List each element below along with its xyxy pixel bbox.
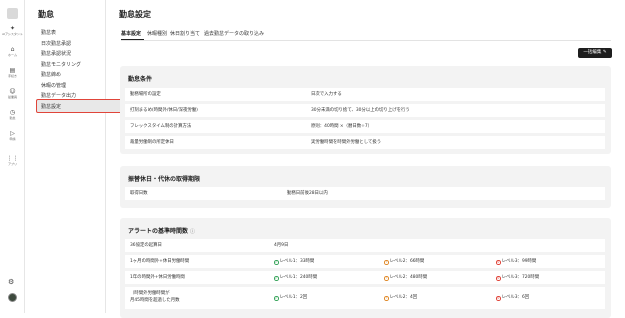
page-title: 勤怠設定 bbox=[119, 10, 151, 19]
card-alert-thresholds: アラートの基準時間数 ⓘ 36協定の起算日 4月9日 1ヶ月の時間外+休日労働時間… bbox=[120, 218, 611, 318]
row-label: フレックスタイム制の計算方法 bbox=[130, 124, 192, 129]
row-value: 実労働時間を時間外労働として扱う bbox=[311, 140, 382, 145]
rail-item-procedures[interactable]: ▤ 手続き bbox=[0, 67, 25, 78]
level3-value: × レベル3：720時間 bbox=[496, 275, 540, 281]
level3-value: × レベル3：6回 bbox=[496, 295, 530, 301]
subnav-item-closing[interactable]: 勤怠締め bbox=[41, 72, 61, 78]
clock-icon: ◷ bbox=[9, 109, 16, 116]
row-label: 裁量労働制の所定休日 bbox=[130, 140, 174, 145]
clipboard-icon: ▤ bbox=[9, 67, 16, 74]
row-label: 1年の時間外+休日労働時間 bbox=[130, 275, 185, 280]
tab-basic-settings[interactable]: 基本設定 bbox=[121, 31, 141, 37]
table-row: 1年の時間外+休日労働時間 ✓ レベル1：240時間 ! レベル2：480時間 × レ… bbox=[125, 271, 605, 284]
row-label-line2: 月45時間を超過した月数 bbox=[130, 298, 180, 303]
subnav-item-monitoring[interactable]: 勤怠モニタリング bbox=[41, 62, 81, 68]
level2-value: ! レベル2：480時間 bbox=[384, 275, 428, 281]
gear-icon[interactable]: ⚙ bbox=[8, 278, 14, 286]
table-row: （時間外労働時間が 月45時間を超過した月数 ✓ レベル1：2回 ! レベル2：4回… bbox=[125, 287, 605, 309]
help-icon[interactable]: ⓘ bbox=[190, 229, 195, 235]
tab-holiday-assignment[interactable]: 休日割り当て bbox=[170, 31, 200, 37]
tab-leave-types[interactable]: 休暇種別 bbox=[147, 31, 167, 37]
subnav-item-data-export[interactable]: 勤怠データ出力 bbox=[41, 93, 76, 99]
card-title: アラートの基準時間数 ⓘ bbox=[128, 226, 195, 235]
level2-value: ! レベル2：66時間 bbox=[384, 259, 425, 265]
main-content: 勤怠設定 基本設定 休暇種別 休日割り当て 過去勤怠データの取り込み 一括編集 … bbox=[107, 0, 625, 318]
rail-item-label: 申請 bbox=[9, 137, 16, 141]
row-value: 勤務日前後28日以内 bbox=[287, 191, 328, 196]
tab-divider bbox=[121, 40, 611, 41]
tab-import-past-data[interactable]: 過去勤怠データの取り込み bbox=[204, 31, 264, 37]
subnav-title: 勤怠 bbox=[38, 10, 54, 19]
subnav-item-daily-approval[interactable]: 日次勤怠承認 bbox=[41, 41, 71, 47]
check-circle-icon: ✓ bbox=[274, 260, 279, 265]
bulk-edit-button[interactable]: 一括編集 ✎ bbox=[578, 48, 612, 58]
subnav-item-approval-status[interactable]: 勤怠承認状況 bbox=[41, 51, 71, 57]
apps-icon: ⋮⋮ bbox=[6, 155, 19, 162]
avatar[interactable] bbox=[8, 293, 17, 302]
table-row: 36協定の起算日 4月9日 bbox=[125, 239, 605, 252]
table-row: 1ヶ月の時間外+休日労働時間 ✓ レベル1：33時間 ! レベル2：66時間 × レベ… bbox=[125, 255, 605, 268]
rail-item-label: AIアシスタント bbox=[2, 32, 23, 36]
bulk-edit-label: 一括編集 bbox=[583, 50, 602, 55]
warning-circle-icon: ! bbox=[384, 276, 389, 281]
row-label: 36協定の起算日 bbox=[130, 243, 162, 248]
row-value: 日次で入力する bbox=[311, 92, 342, 97]
app-logo-icon[interactable] bbox=[7, 8, 18, 19]
error-circle-icon: × bbox=[496, 296, 501, 301]
row-value: 原則：40時間 ×（暦日数÷7） bbox=[311, 124, 373, 129]
sparkle-icon: ✦ bbox=[9, 25, 16, 32]
rail-item-requests[interactable]: ▷ 申請 bbox=[0, 130, 25, 141]
level1-value: ✓ レベル1：240時間 bbox=[274, 275, 318, 281]
row-label: 1ヶ月の時間外+休日労働時間 bbox=[130, 259, 190, 264]
check-circle-icon: ✓ bbox=[274, 296, 279, 301]
rail-item-ai-assistant[interactable]: ✦ AIアシスタント bbox=[0, 25, 25, 36]
level1-value: ✓ レベル1：2回 bbox=[274, 295, 308, 301]
warning-circle-icon: ! bbox=[384, 296, 389, 301]
row-value: 30分未満の切り捨て、30分以上の切り上げを行う bbox=[311, 108, 410, 113]
table-row: 裁量労働制の所定休日 実労働時間を時間外労働として扱う bbox=[125, 136, 605, 149]
level1-value: ✓ レベル1：33時間 bbox=[274, 259, 315, 265]
people-icon: ☺ bbox=[9, 88, 16, 95]
error-circle-icon: × bbox=[496, 276, 501, 281]
row-value: 4月9日 bbox=[274, 243, 289, 248]
rail-item-attendance[interactable]: ◷ 勤怠 bbox=[0, 109, 25, 120]
card-attendance-conditions: 勤怠条件 勤務場所の設定 日次で入力する 打刻まるめ(時間外/休日/深夜労働) … bbox=[120, 66, 611, 154]
rail-item-employees[interactable]: ☺ 従業員 bbox=[0, 88, 25, 99]
row-label: 勤務場所の設定 bbox=[130, 92, 161, 97]
warning-circle-icon: ! bbox=[384, 260, 389, 265]
row-label: 取得日数 bbox=[130, 191, 148, 196]
rail-item-label: 従業員 bbox=[7, 95, 17, 99]
subnav-item-settings[interactable]: 勤怠設定 bbox=[41, 104, 61, 110]
level2-value: ! レベル2：4回 bbox=[384, 295, 418, 301]
card-title: 振替休日・代休の取得期限 bbox=[128, 176, 201, 183]
rail-item-label: ホーム bbox=[8, 53, 17, 57]
home-icon: ⌂ bbox=[10, 46, 15, 53]
card-title-text: アラートの基準時間数 bbox=[128, 228, 189, 235]
row-label: 打刻まるめ(時間外/休日/深夜労働) bbox=[130, 108, 198, 113]
card-title: 勤怠条件 bbox=[128, 76, 153, 83]
check-circle-icon: ✓ bbox=[274, 276, 279, 281]
rail-item-apps[interactable]: ⋮⋮ アプリ bbox=[0, 155, 25, 166]
subnav-item-timesheet[interactable]: 勤怠表 bbox=[41, 30, 56, 36]
table-row: 勤務場所の設定 日次で入力する bbox=[125, 88, 605, 101]
pencil-icon: ✎ bbox=[602, 50, 607, 55]
table-row: フレックスタイム制の計算方法 原則：40時間 ×（暦日数÷7） bbox=[125, 120, 605, 133]
card-substitute-holiday-deadline: 振替休日・代休の取得期限 取得日数 勤務日前後28日以内 bbox=[120, 166, 611, 208]
table-row: 打刻まるめ(時間外/休日/深夜労働) 30分未満の切り捨て、30分以上の切り上げ… bbox=[125, 104, 605, 117]
rail-item-home[interactable]: ⌂ ホーム bbox=[0, 46, 25, 57]
app-rail: ✦ AIアシスタント ⌂ ホーム ▤ 手続き ☺ 従業員 ◷ 勤怠 ▷ 申請 ⋮… bbox=[0, 0, 25, 313]
rail-item-label: 勤怠 bbox=[9, 116, 16, 120]
error-circle-icon: × bbox=[496, 260, 501, 265]
subnav: 勤怠 勤怠表 日次勤怠承認 勤怠承認状況 勤怠モニタリング 勤怠締め 休暇の管理… bbox=[26, 0, 129, 313]
subnav-item-leave-management[interactable]: 休暇の管理 bbox=[41, 83, 66, 89]
play-icon: ▷ bbox=[10, 130, 15, 137]
rail-item-label: アプリ bbox=[7, 162, 17, 166]
table-row: 取得日数 勤務日前後28日以内 bbox=[125, 187, 605, 200]
rail-item-label: 手続き bbox=[7, 74, 17, 78]
level3-value: × レベル3：99時間 bbox=[496, 259, 537, 265]
row-label-line1: （時間外労働時間が bbox=[130, 291, 170, 296]
